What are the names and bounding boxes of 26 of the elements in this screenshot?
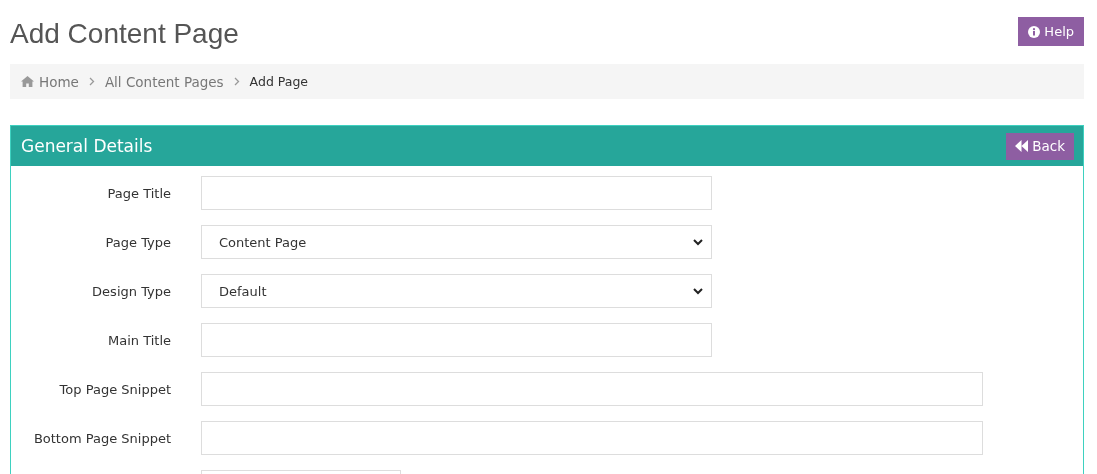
- help-button[interactable]: Help: [1018, 17, 1084, 46]
- chevron-down-icon: [693, 287, 703, 295]
- back-button[interactable]: Back: [1006, 132, 1074, 160]
- select-field[interactable]: Content Page: [201, 225, 712, 259]
- field-label: Page Title: [107, 185, 171, 201]
- input-field[interactable]: [201, 421, 983, 455]
- field-label: Page Type: [105, 234, 171, 250]
- current-page-label: Add Page: [249, 74, 309, 89]
- input-field[interactable]: [201, 176, 712, 210]
- panel-title: General Details: [21, 136, 153, 156]
- field-label: Design Type: [92, 283, 171, 299]
- info-icon: [1028, 25, 1041, 38]
- field-label: Bottom Page Snippet: [33, 430, 171, 446]
- field-label: Top Page Snippet: [59, 381, 171, 397]
- chevron-icon: [88, 77, 95, 86]
- breadcrumb-link[interactable]: Home: [21, 73, 79, 90]
- select-field[interactable]: Default: [201, 274, 712, 308]
- page-title: Add Content Page: [10, 18, 239, 50]
- breadcrumb-link[interactable]: All Content Pages: [104, 73, 224, 90]
- home-icon: [21, 76, 34, 87]
- input-field[interactable]: [201, 372, 983, 406]
- input-field[interactable]: [201, 323, 712, 357]
- chevron-icon: [233, 77, 240, 86]
- field-label: Main Title: [107, 332, 171, 348]
- chevron-down-icon: [693, 238, 703, 246]
- double-arrow-icon: [1015, 140, 1029, 152]
